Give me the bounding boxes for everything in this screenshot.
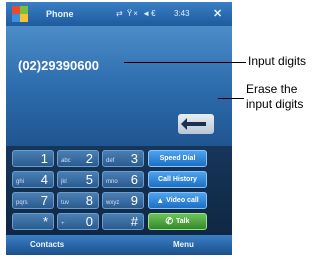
key-letters: def [106,158,115,164]
talk-button[interactable]: ✆ Talk [148,213,207,230]
key-digit: 2 [85,151,93,166]
key-letters: ghi [16,179,25,185]
key-6[interactable]: mno 6 [102,171,144,188]
call-history-button[interactable]: Call History [148,171,207,188]
key-letters: mno [106,179,118,185]
close-icon[interactable]: ✕ [213,7,222,20]
key-letters: abc [61,158,71,164]
key-4[interactable]: ghi 4 [12,171,54,188]
speed-dial-button[interactable]: Speed Dial [148,150,207,167]
erase-callout-line1: Erase the [246,82,298,96]
key-digit: 1 [40,151,48,166]
phone-handset-icon: ✆ [165,216,174,226]
video-call-label: Video call [166,197,199,204]
erase-leader-line [218,98,244,99]
key-9[interactable]: wxyz 9 [102,192,144,209]
key-1[interactable]: 1 [12,150,54,167]
key-digit: 8 [85,193,93,208]
key-8[interactable]: tuv 8 [57,192,99,209]
key-digit: 0 [85,214,93,229]
input-digits-callout: Input digits [248,54,307,68]
number-display: (02)29390600 [6,26,232,146]
key-5[interactable]: jkl 5 [57,171,99,188]
phone-screen: Phone ⇄ Ÿ× ◄€ 3:43 ✕ (02)29390600 1 abc … [6,2,232,255]
video-call-icon: ▲ [156,196,165,205]
key-0[interactable]: + 0 [57,213,99,230]
key-digit: 6 [130,172,138,187]
dialed-number: (02)29390600 [18,58,99,73]
windows-start-icon[interactable] [12,6,28,22]
key-letters: pqrs [16,200,28,206]
clock[interactable]: 3:43 [174,9,190,18]
key-letters: + [61,221,65,227]
key-star[interactable]: * [12,213,54,230]
erase-icon [181,118,206,130]
erase-button[interactable] [178,114,214,134]
key-digit: # [130,214,138,229]
app-title: Phone [46,9,74,19]
key-digit: 9 [130,193,138,208]
key-digit: 3 [130,151,138,166]
key-letters: tuv [61,200,70,206]
keypad: 1 abc 2 def 3 Speed Dial ghi 4 jkl 5 mno… [6,146,232,235]
key-letters: wxyz [106,200,120,206]
title-bar: Phone ⇄ Ÿ× ◄€ 3:43 ✕ [6,2,232,26]
status-icons[interactable]: ⇄ Ÿ× ◄€ [116,9,157,18]
video-call-button[interactable]: ▲ Video call [148,192,207,209]
key-digit: 4 [40,172,48,187]
menu-softkey[interactable]: Menu [173,240,194,249]
key-digit: * [42,214,48,229]
key-letters: jkl [61,179,67,185]
key-digit: 7 [40,193,48,208]
contacts-softkey[interactable]: Contacts [30,240,64,249]
key-hash[interactable]: # [102,213,144,230]
key-2[interactable]: abc 2 [57,150,99,167]
talk-label: Talk [176,218,190,225]
key-7[interactable]: pqrs 7 [12,192,54,209]
erase-callout-line2: input digits [246,97,304,111]
input-digits-leader-line [124,62,246,63]
soft-key-bar: Contacts Menu [6,235,232,255]
key-digit: 5 [85,172,93,187]
key-3[interactable]: def 3 [102,150,144,167]
